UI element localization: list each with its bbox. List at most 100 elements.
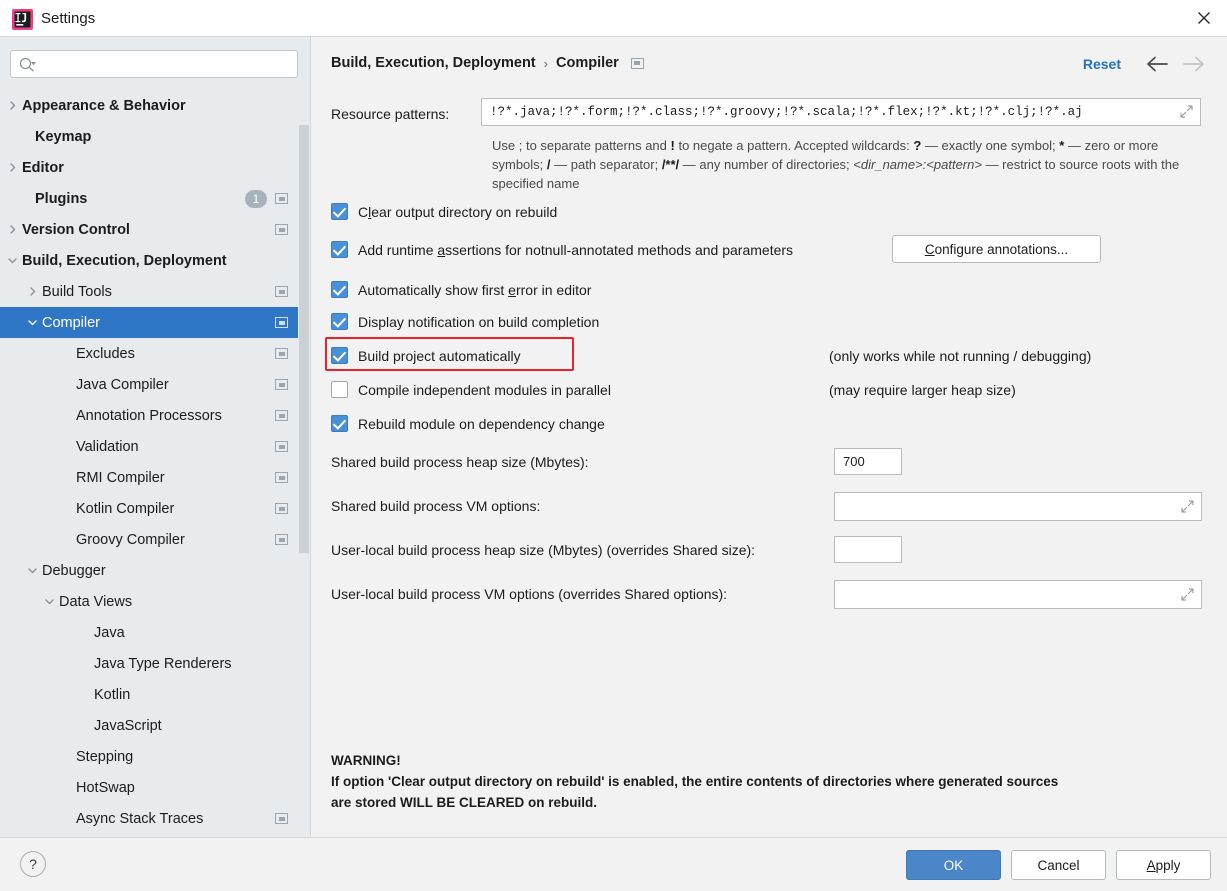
sidebar-item-label: Java [94,624,125,641]
close-icon[interactable] [1181,0,1227,36]
configure-annotations-label: onfigure annotations... [934,241,1069,257]
chevron-down-icon[interactable] [41,594,57,610]
hint-globstar: /**/ [661,157,680,172]
input-user-local-build-process-heap-size-mbytes-overri[interactable] [834,536,902,563]
checkbox-label: Build project automatically [358,347,521,364]
expand-icon[interactable] [1181,499,1194,518]
sidebar-item-appearance-behavior[interactable]: Appearance & Behavior [0,90,310,121]
sidebar-item-plugins[interactable]: Plugins 1 [0,183,310,214]
sidebar-item-label: Debugger [42,562,106,579]
ok-button[interactable]: OK [906,850,1001,880]
input-user-local-build-process-vm-options-overrides-sh[interactable] [834,580,1202,609]
sidebar-item-kotlin[interactable]: Kotlin [0,679,310,710]
checkbox-clear-output-directory-on-rebuild[interactable]: Clear output directory on rebuild [331,203,557,220]
project-scope-icon [275,224,288,235]
sidebar-item-java-type-renderers[interactable]: Java Type Renderers [0,648,310,679]
checkbox-automatically-show-first-error-in-editor[interactable]: Automatically show first error in editor [331,281,591,298]
help-button[interactable]: ? [20,851,46,877]
hint-seg-1: Use ; to separate patterns and [492,138,671,153]
sidebar-item-version-control[interactable]: Version Control [0,214,310,245]
checkbox-checked-icon[interactable] [331,281,348,298]
sidebar-item-build-execution-deployment[interactable]: Build, Execution, Deployment [0,245,310,276]
sidebar-item-label: Kotlin [94,686,131,703]
sidebar-item-label: Data Views [59,593,133,610]
chevron-down-icon[interactable] [24,563,40,579]
chevron-down-icon[interactable] [4,253,20,269]
sidebar-item-debugger[interactable]: Debugger [0,555,310,586]
breadcrumb-separator: › [543,55,548,71]
sidebar-item-editor[interactable]: Editor [0,152,310,183]
checkbox-add-runtime-assertions-for-notnull-annotated-methods-and-parameters[interactable]: Add runtime assertions for notnull-annot… [331,241,793,258]
settings-sidebar: Appearance & Behavior Keymap Editor Plugins… [0,37,310,874]
chevron-right-icon[interactable] [24,284,40,300]
warning-title: WARNING! [331,753,401,768]
warning-line-1: If option 'Clear output directory on reb… [331,774,1059,789]
chevron-right-icon[interactable] [4,98,20,114]
reset-link[interactable]: Reset [1083,56,1121,72]
sidebar-item-label: Keymap [35,128,92,145]
dialog-button-bar: ? OK Cancel Apply [0,837,1227,891]
input-shared-build-process-vm-options[interactable] [834,492,1202,521]
expand-icon[interactable] [1180,105,1193,123]
search-box[interactable] [10,50,298,78]
checkbox-checked-icon[interactable] [331,415,348,432]
sidebar-item-hotswap[interactable]: HotSwap [0,772,310,803]
sidebar-item-kotlin-compiler[interactable]: Kotlin Compiler [0,493,310,524]
checkbox-build-project-automatically[interactable]: Build project automatically [329,345,521,368]
sidebar-item-stepping[interactable]: Stepping [0,741,310,772]
sidebar-item-javascript[interactable]: JavaScript [0,710,310,741]
breadcrumb-parent[interactable]: Build, Execution, Deployment [331,55,536,71]
sidebar-item-keymap[interactable]: Keymap [0,121,310,152]
resource-patterns-field[interactable] [481,98,1201,126]
chevron-down-icon[interactable] [24,315,40,331]
sidebar-item-java[interactable]: Java [0,617,310,648]
checkbox-checked-icon[interactable] [331,241,348,258]
checkbox-checked-icon[interactable] [331,313,348,330]
expand-icon[interactable] [1181,587,1194,606]
checkbox-unchecked-icon[interactable] [331,381,348,398]
search-input[interactable] [43,51,291,77]
arrow-left-icon[interactable] [1144,55,1170,78]
project-scope-icon [630,57,644,69]
resource-patterns-input[interactable] [482,99,1200,125]
sidebar-item-java-compiler[interactable]: Java Compiler [0,369,310,400]
sidebar-item-excludes[interactable]: Excludes [0,338,310,369]
checkbox-compile-independent-modules-in-parallel[interactable]: Compile independent modules in parallel [331,381,611,398]
checkbox-checked-icon[interactable] [331,203,348,220]
configure-annotations-button[interactable]: Configure annotations... [892,235,1101,263]
project-scope-icon [275,410,288,421]
sidebar-item-build-tools[interactable]: Build Tools [0,276,310,307]
project-scope-icon [275,286,288,297]
sidebar-item-rmi-compiler[interactable]: RMI Compiler [0,462,310,493]
apply-button[interactable]: Apply [1116,850,1211,880]
text-input[interactable] [835,493,1201,520]
sidebar-item-label: Compiler [42,314,101,331]
sidebar-item-label: Validation [76,438,139,455]
chevron-right-icon[interactable] [4,222,20,238]
checkbox-label: Compile independent modules in parallel [358,381,611,398]
text-input[interactable] [835,581,1201,608]
text-input[interactable] [835,449,901,474]
sidebar-item-validation[interactable]: Validation [0,431,310,462]
sidebar-item-compiler[interactable]: Compiler [0,307,310,338]
cancel-button[interactable]: Cancel [1011,850,1106,880]
checkbox-rebuild-module-on-dependency-change[interactable]: Rebuild module on dependency change [331,415,605,432]
sidebar-item-async-stack-traces[interactable]: Async Stack Traces [0,803,310,834]
checkbox-checked-icon[interactable] [329,345,352,368]
hint-seg-3: — exactly one symbol; [921,138,1060,153]
checkbox-display-notification-on-build-completion[interactable]: Display notification on build completion [331,313,599,330]
window-title: Settings [41,10,96,27]
warning-block: WARNING! If option 'Clear output directo… [331,750,1211,813]
chevron-right-icon[interactable] [4,160,20,176]
hint-dirname: <dir_name>:<pattern> [853,157,982,172]
sidebar-item-label: Annotation Processors [76,407,222,424]
sidebar-item-data-views[interactable]: Data Views [0,586,310,617]
sidebar-item-label: Build Tools [42,283,112,300]
text-input[interactable] [835,537,901,562]
input-shared-build-process-heap-size-mbytes[interactable] [834,448,902,475]
sidebar-scrollbar-thumb[interactable] [299,125,309,553]
sidebar-item-annotation-processors[interactable]: Annotation Processors [0,400,310,431]
sidebar-item-groovy-compiler[interactable]: Groovy Compiler [0,524,310,555]
sidebar-scrollbar[interactable] [298,74,310,874]
focus-halo [329,345,352,368]
